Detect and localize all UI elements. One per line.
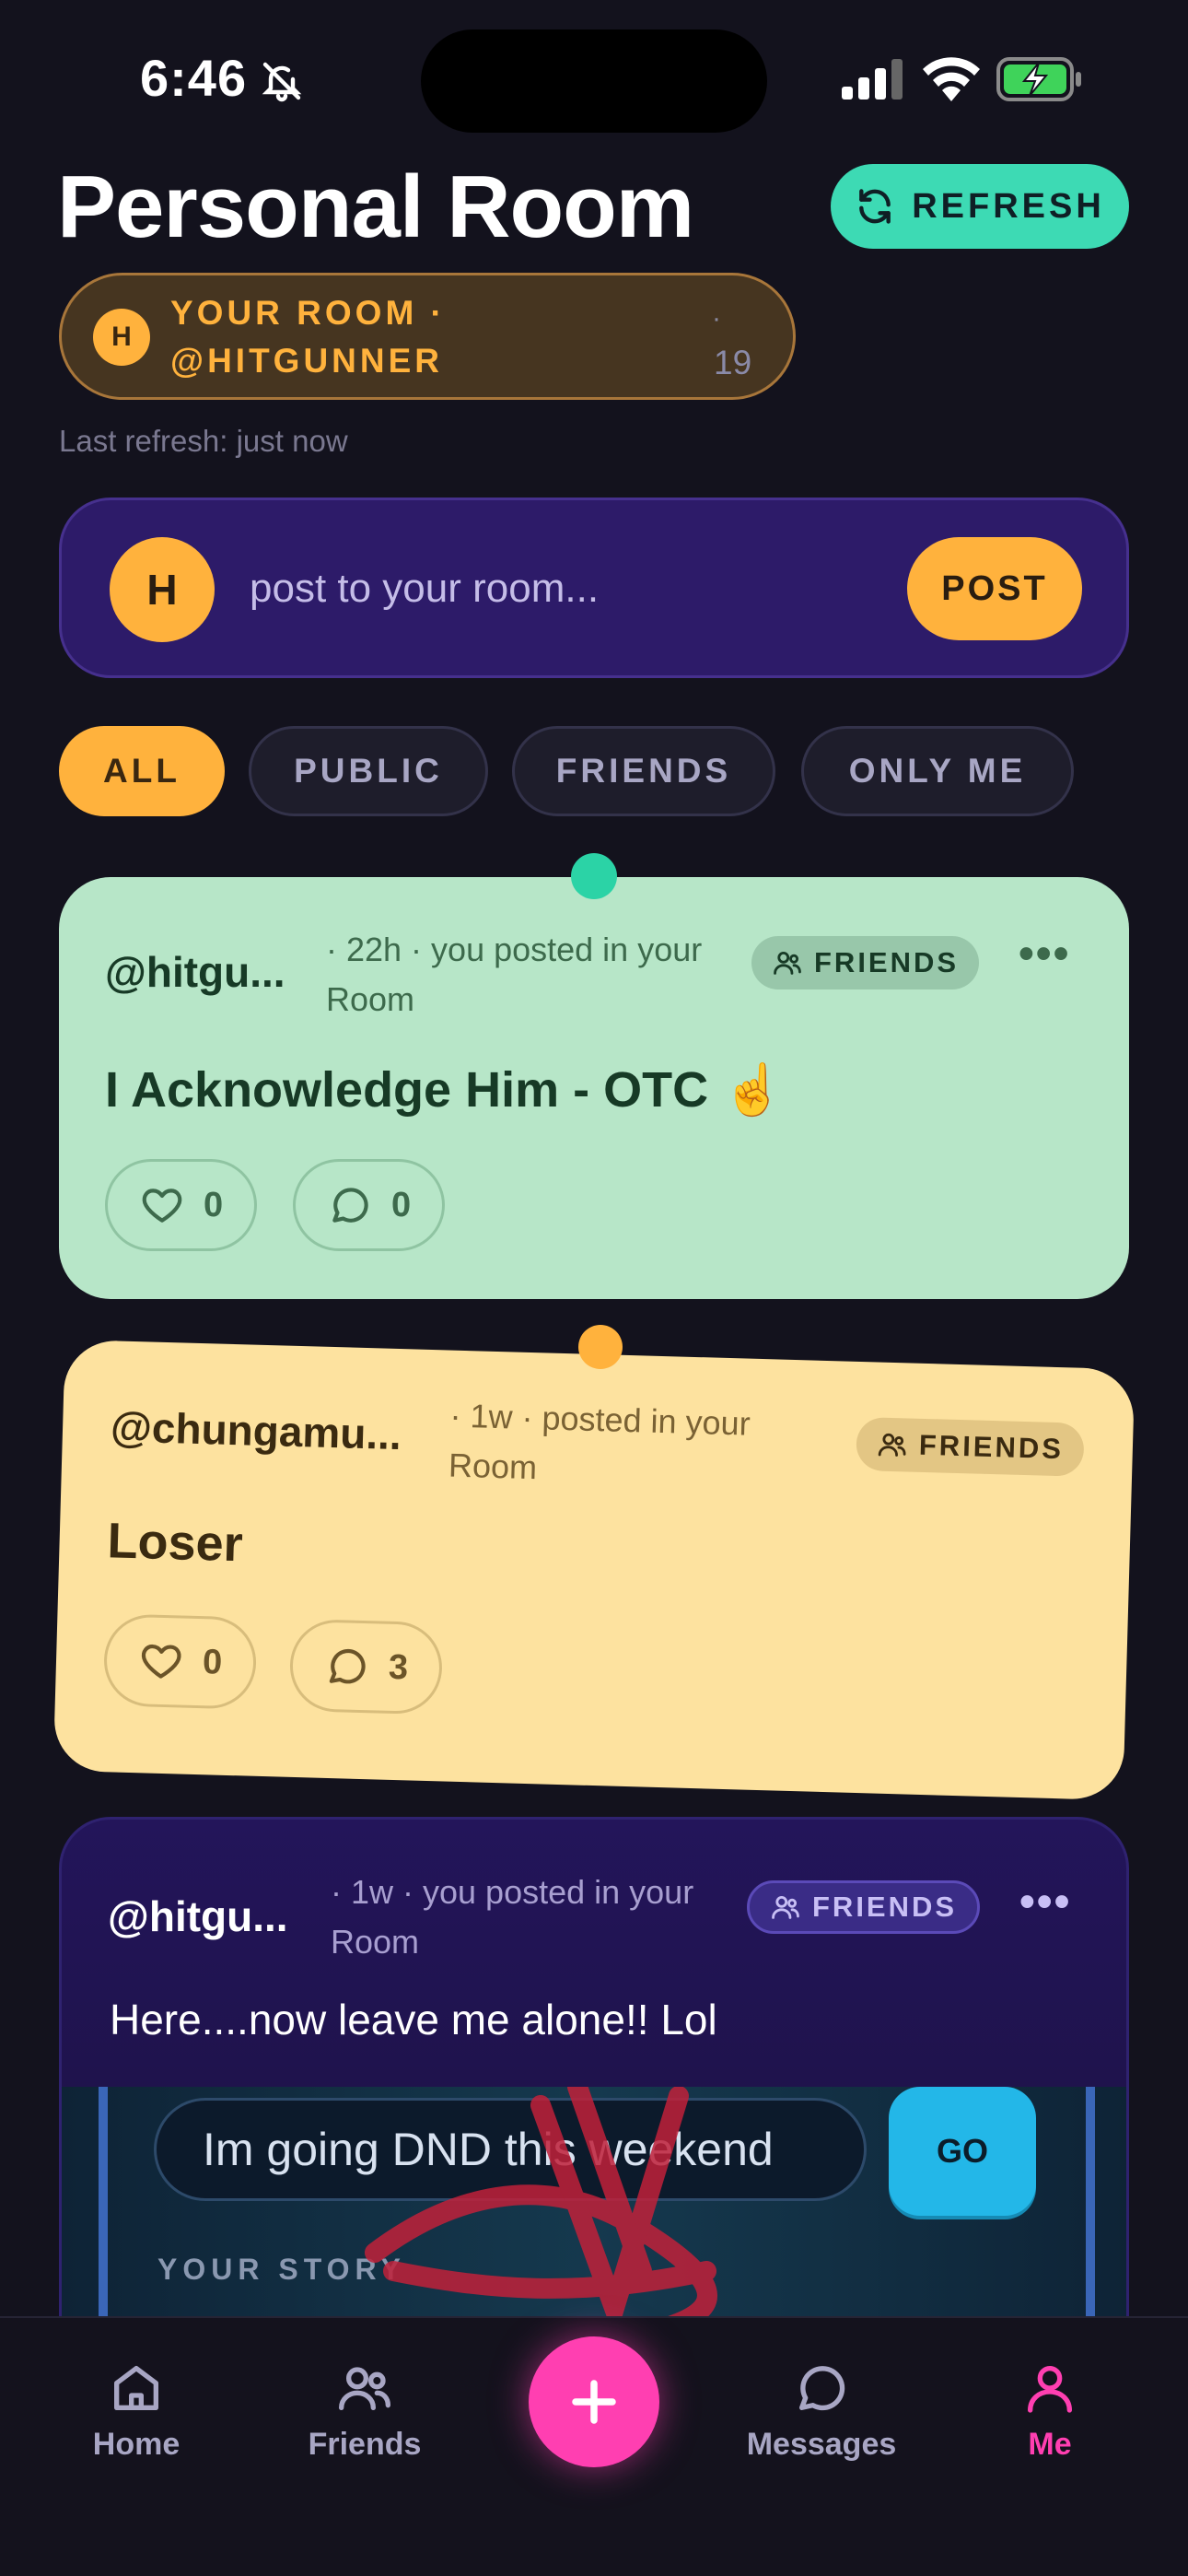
page-title: Personal Room [57,158,694,256]
post-meta: · 1w · you posted in your Room [331,1868,693,1967]
more-options-icon[interactable]: ••• [1019,1877,1071,1927]
nav-home-label: Home [92,2427,181,2462]
visibility-label: FRIENDS [812,1891,958,1923]
friends-icon [774,951,801,975]
visibility-badge: FRIENDS [751,936,980,989]
nav-messages[interactable]: Messages [729,2359,914,2463]
scribble-drawing [365,2087,717,2330]
composer-avatar: H [110,537,215,642]
create-post-button[interactable] [529,2336,659,2467]
comment-icon [329,1648,366,1684]
post-body: Loser [106,1513,244,1573]
post-composer: H post to your room... POST [59,498,1129,678]
dynamic-island [421,29,767,133]
nav-me[interactable]: Me [958,2359,1142,2463]
comment-icon [332,1188,368,1223]
nav-friends[interactable]: Friends [273,2359,457,2463]
cellular-signal-icon [842,59,903,100]
visibility-badge: FRIENDS [747,1880,981,1934]
tab-all[interactable]: ALL [59,726,225,816]
room-owner-pill[interactable]: H YOUR ROOM · @HITGUNNER · 19 [59,273,796,400]
tab-only-me[interactable]: ONLY ME [801,726,1074,816]
post-meta-line2: Room [331,1923,420,1961]
go-button: GO [889,2087,1036,2216]
visibility-label: FRIENDS [918,1428,1065,1466]
last-refresh-text: Last refresh: just now [59,424,348,458]
post-card-wrapper: @chungamu... · 1w · posted in your Room … [52,1339,1136,1801]
heart-icon [142,1188,182,1223]
post-meta-line2: Room [326,980,415,1018]
tab-public[interactable]: PUBLIC [249,726,488,816]
refresh-icon [859,189,891,224]
nav-messages-label: Messages [746,2427,897,2462]
comment-count: 0 [391,1185,412,1224]
friends-icon [772,1895,799,1919]
post-author[interactable]: @hitgu... [108,1891,288,1941]
post-body: Here....now leave me alone!! Lol [110,1996,717,2043]
heart-icon [141,1644,181,1679]
refresh-label: REFRESH [912,186,1105,226]
comment-button[interactable]: 0 [293,1159,446,1251]
post-image: Im going DND this weekend GO YOUR STORY [62,2087,1126,2330]
bottom-nav: Home Friends Messages Me [0,2316,1188,2576]
image-border [1086,2087,1095,2330]
comment-count: 3 [388,1647,409,1687]
battery-charging-icon [996,57,1081,101]
post-meta: · 1w · posted in your Room [448,1391,751,1499]
room-label: YOUR ROOM · [170,294,446,332]
post-author[interactable]: @chungamu... [110,1401,402,1459]
room-username: @HITGUNNER [170,342,444,380]
visibility-label: FRIENDS [814,946,960,978]
plus-icon [572,2380,616,2424]
post-body: I Acknowledge Him - OTC ☝️ [105,1062,785,1118]
post-meta: · 22h · you posted in your Room [326,925,702,1025]
bell-slash-icon [262,62,302,102]
refresh-button[interactable]: REFRESH [831,164,1129,249]
like-button[interactable]: 0 [102,1613,258,1710]
image-border [99,2087,108,2330]
post-meta-line2: Room [448,1446,538,1487]
post-card[interactable]: @hitgu... · 1w · you posted in your Room… [59,1817,1129,2333]
post-meta-line1: · 22h · you posted in your [326,931,703,968]
post-button[interactable]: POST [907,537,1082,640]
like-button[interactable]: 0 [105,1159,258,1251]
status-time: 6:46 [140,49,248,107]
like-count: 0 [204,1185,224,1224]
profile-icon [1028,2366,1072,2413]
nav-friends-label: Friends [308,2427,422,2462]
nav-home[interactable]: Home [44,2359,228,2463]
room-avatar: H [93,309,150,366]
tab-friends[interactable]: FRIENDS [512,726,775,816]
home-icon [114,2366,158,2410]
more-options-icon[interactable]: ••• [1019,929,1070,979]
visibility-badge: FRIENDS [856,1416,1085,1477]
nav-me-label: Me [1028,2427,1072,2462]
post-meta-line1: · 1w · posted in your [449,1396,751,1443]
comment-button[interactable]: 3 [288,1618,444,1715]
like-count: 0 [202,1642,223,1682]
friends-icon [878,1433,906,1457]
pin-dot [578,1325,623,1369]
room-separator: · [712,303,721,334]
post-meta-line1: · 1w · you posted in your [331,1873,694,1911]
post-card[interactable]: @hitgu... · 22h · you posted in your Roo… [59,877,1129,1299]
room-count: 19 [714,344,752,381]
post-card[interactable]: @chungamu... · 1w · posted in your Room … [52,1339,1136,1801]
friends-icon [339,2367,390,2410]
post-author[interactable]: @hitgu... [105,947,285,997]
pin-dot [571,853,617,899]
post-input[interactable]: post to your room... [250,554,839,624]
messages-icon [799,2366,845,2411]
wifi-icon [923,57,980,101]
